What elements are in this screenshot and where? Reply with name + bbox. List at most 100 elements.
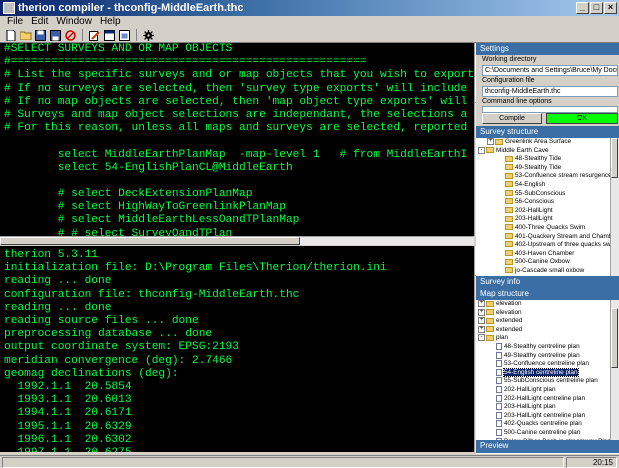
editor-line: # Surveys and map object selections are … bbox=[4, 108, 468, 121]
tree-item-label: 203-HallLight centreline plan bbox=[504, 411, 586, 419]
tree-item[interactable]: 202-HallLight centreline plan bbox=[476, 394, 610, 404]
tree-item[interactable]: 203-HallLight bbox=[476, 215, 610, 224]
tree-item[interactable]: + extended bbox=[476, 317, 610, 326]
survey-tree-scrollbar[interactable] bbox=[610, 138, 619, 276]
log-line: 1997.1.1 20.6275 bbox=[4, 447, 474, 452]
tree-item[interactable]: + extended bbox=[476, 325, 610, 335]
window-icon[interactable] bbox=[103, 29, 116, 42]
menu-file[interactable]: File bbox=[3, 16, 27, 28]
config-editor[interactable]: #SELECT SURVEYS AND OR MAP OBJECTS #=====… bbox=[0, 43, 474, 236]
tree-item[interactable]: 403-Haven Chamber bbox=[476, 250, 610, 259]
tree-item[interactable]: 48-Stealthy centreline plan bbox=[476, 342, 610, 352]
tree-item-label: 54-English centreline plan bbox=[503, 367, 579, 377]
save-as-icon[interactable] bbox=[49, 29, 62, 42]
tree-item[interactable]: 56-Conscious bbox=[476, 198, 610, 207]
toolbar bbox=[0, 28, 619, 43]
status-message bbox=[2, 457, 564, 468]
edit-icon[interactable] bbox=[88, 29, 101, 42]
compile-status-badge: OK bbox=[546, 113, 618, 124]
tree-item[interactable]: 401-Quackery Stream and Chamber bbox=[476, 233, 610, 242]
editor-line: #SELECT SURVEYS AND OR MAP OBJECTS bbox=[4, 43, 233, 55]
tree-item-label: extended bbox=[496, 317, 523, 325]
log-line: reading ... done bbox=[4, 301, 112, 314]
editor-hscroll-thumb[interactable] bbox=[0, 237, 300, 245]
new-file-icon[interactable] bbox=[4, 29, 17, 42]
expand-icon[interactable]: + bbox=[478, 325, 485, 333]
log-line: initialization file: D:\Program Files\Th… bbox=[4, 262, 387, 275]
tree-item[interactable]: 203-HallLight centreline plan bbox=[476, 411, 610, 421]
tree-item[interactable]: 49-Stealthy Tide bbox=[476, 164, 610, 173]
tree-item[interactable]: 55-SubConscious centreline plan bbox=[476, 377, 610, 386]
tree-item[interactable]: 53-Confluence centreline plan bbox=[476, 360, 610, 369]
menu-edit[interactable]: Edit bbox=[27, 16, 52, 28]
tree-item[interactable]: 400-Three Quacks Swim bbox=[476, 224, 610, 233]
tree-item[interactable]: + elevation bbox=[476, 308, 610, 318]
tree-item[interactable]: 402-Upstream of three quacks swims bbox=[476, 241, 610, 250]
tree-item[interactable]: + Greenlink Area Surface bbox=[476, 138, 610, 147]
collapse-icon[interactable]: - bbox=[478, 334, 485, 342]
tree-item[interactable]: 402-Quacks centreline plan bbox=[476, 420, 610, 429]
map-structure-tree[interactable]: + elevation + elevation + extended + extended - p… bbox=[476, 300, 610, 440]
tree-item-label: 202-HallLight plan bbox=[504, 386, 556, 394]
tree-item[interactable]: 54-English centreline plan bbox=[476, 367, 610, 378]
expand-icon[interactable]: + bbox=[478, 308, 485, 316]
tree-item-label: 54-English bbox=[515, 180, 546, 188]
tree-item[interactable]: - Middle Earth Cave bbox=[476, 146, 610, 156]
menu-help[interactable]: Help bbox=[96, 16, 125, 28]
tree-item[interactable]: - plan bbox=[476, 334, 610, 343]
tree-item[interactable]: jo-Cascade small oxbow bbox=[476, 267, 610, 276]
folder-icon bbox=[505, 172, 513, 179]
collapse-icon[interactable]: - bbox=[478, 146, 485, 154]
tree-item[interactable]: 500-Canine centreline plan bbox=[476, 428, 610, 438]
log-line: therion 5.3.11 bbox=[4, 249, 98, 261]
folder-icon bbox=[486, 326, 494, 333]
survey-structure-tree[interactable]: + Greenlink Area Surface - Middle Earth Cav… bbox=[476, 138, 610, 276]
editor-line: # select HighWayToGreenlinkPlanMap bbox=[4, 201, 286, 214]
map-tree-scrollbar[interactable] bbox=[610, 300, 619, 440]
folder-icon bbox=[486, 309, 494, 316]
editor-line: #=======================================… bbox=[4, 56, 367, 69]
tree-item-label: jo-Cascade small oxbow bbox=[515, 266, 585, 274]
folder-icon bbox=[505, 258, 513, 265]
tree-item[interactable]: 203-HallLight plan bbox=[476, 403, 610, 412]
tree-item[interactable]: 53-Confluence stream resurgence belo bbox=[476, 172, 610, 181]
folder-icon bbox=[505, 207, 513, 214]
working-directory-field[interactable]: C:\Documents and Settings\Bruce\My Docum… bbox=[482, 65, 618, 76]
compile-button[interactable]: Compile bbox=[482, 113, 542, 124]
expand-icon[interactable]: + bbox=[478, 300, 485, 307]
settings-gear-icon[interactable] bbox=[142, 29, 155, 42]
editor-horizontal-scrollbar[interactable] bbox=[0, 236, 474, 245]
folder-icon bbox=[505, 250, 513, 257]
tree-item[interactable]: 48-Stealthy Tide bbox=[476, 155, 610, 164]
minimize-button[interactable]: _ bbox=[576, 2, 589, 14]
document-icon bbox=[496, 377, 502, 385]
command-line-field[interactable] bbox=[482, 106, 618, 113]
map-tree-scroll-thumb[interactable] bbox=[611, 308, 618, 368]
save-icon[interactable] bbox=[34, 29, 47, 42]
tree-item[interactable]: 202-HallLight bbox=[476, 207, 610, 216]
window-alt-icon[interactable] bbox=[118, 29, 131, 42]
open-file-icon[interactable] bbox=[19, 29, 32, 42]
tree-item-label: 400-Three Quacks Swim bbox=[515, 223, 586, 231]
stop-icon[interactable] bbox=[64, 29, 77, 42]
expand-icon[interactable]: + bbox=[487, 138, 494, 145]
status-time: 20:15 bbox=[566, 457, 617, 468]
expand-icon[interactable]: + bbox=[478, 317, 485, 325]
editor-line: # If no surveys are selected, then 'surv… bbox=[4, 82, 468, 95]
menu-bar: File Edit Window Help bbox=[0, 16, 619, 28]
tree-item[interactable]: 500-Canine Oxbow bbox=[476, 258, 610, 267]
title-bar: therion compiler - thconfig-MiddleEarth.… bbox=[0, 0, 619, 16]
log-line: preprocessing database ... done bbox=[4, 328, 213, 341]
tree-item[interactable]: 202-HallLight plan bbox=[476, 385, 610, 395]
tree-item[interactable]: + elevation bbox=[476, 300, 610, 309]
menu-window[interactable]: Window bbox=[52, 16, 96, 28]
configuration-file-field[interactable]: thconfig-MiddleEarth.thc bbox=[482, 86, 618, 97]
close-button[interactable]: × bbox=[604, 2, 617, 14]
pane-splitter[interactable] bbox=[0, 236, 474, 246]
tree-item[interactable]: 54-English bbox=[476, 181, 610, 190]
maximize-button[interactable]: □ bbox=[590, 2, 603, 14]
tree-item[interactable]: 49-Stealthy centreline plan bbox=[476, 351, 610, 361]
tree-item[interactable]: 55-SubConscious bbox=[476, 190, 610, 199]
tree-item-label: 500-Canine centreline plan bbox=[504, 429, 581, 437]
survey-tree-scroll-thumb[interactable] bbox=[611, 138, 618, 178]
